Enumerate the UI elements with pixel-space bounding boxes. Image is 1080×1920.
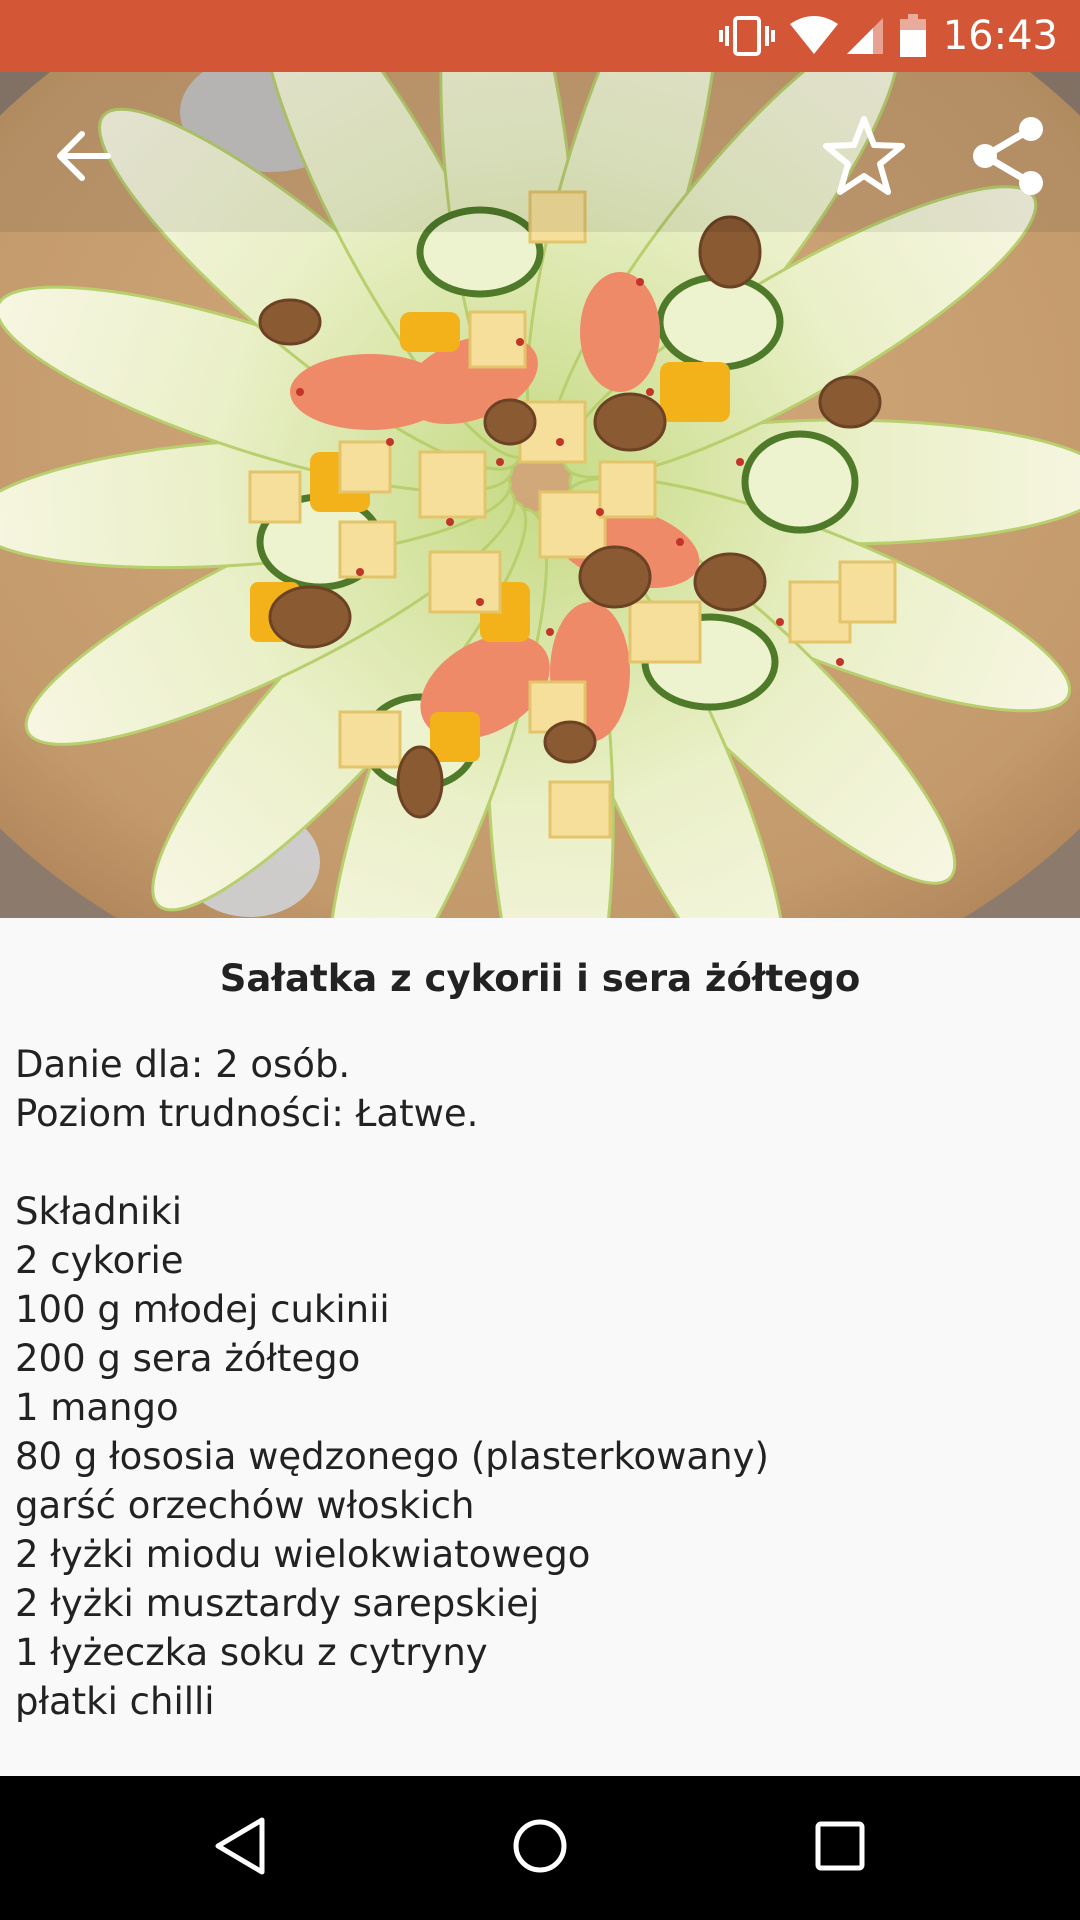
servings-text: Danie dla: 2 osób. (15, 1043, 351, 1086)
wifi-icon (789, 16, 839, 56)
ingredient-item: 200 g sera żółtego (15, 1337, 361, 1380)
arrow-back-icon (54, 126, 114, 186)
ingredient-item: 1 łyżeczka soku z cytryny (15, 1631, 488, 1674)
favorite-button[interactable] (816, 108, 912, 204)
nav-home-button[interactable] (480, 1800, 600, 1896)
nav-recents-button[interactable] (780, 1800, 900, 1896)
ingredient-item: 2 łyżki musztardy sarepskiej (15, 1582, 540, 1625)
nav-back-button[interactable] (180, 1800, 300, 1896)
recipe-title: Sałatka z cykorii i sera żółtego (219, 957, 861, 1000)
battery-icon (899, 14, 927, 58)
ingredient-item: garść orzechów włoskich (15, 1484, 475, 1527)
share-button[interactable] (960, 108, 1056, 204)
ingredient-item: płatki chilli (15, 1680, 215, 1723)
recipe-content: Sałatka z cykorii i sera żółtego Danie d… (0, 918, 1080, 1776)
ingredient-item: 2 łyżki miodu wielokwiatowego (15, 1533, 591, 1576)
ingredient-item: 2 cykorie (15, 1239, 184, 1282)
share-icon (969, 115, 1047, 197)
ingredient-item: 1 mango (15, 1386, 179, 1429)
back-button[interactable] (36, 108, 132, 204)
vibrate-icon (718, 14, 775, 58)
ingredient-item: 100 g młodej cukinii (15, 1288, 390, 1331)
star-outline-icon (823, 115, 905, 197)
ingredients-heading: Składniki (15, 1190, 183, 1233)
nav-recents-icon (814, 1820, 866, 1876)
ingredient-item: 80 g łososia wędzonego (plasterkowany) (15, 1435, 769, 1478)
recipe-details: Danie dla: 2 osób. Poziom trudności: Łat… (15, 1040, 1055, 1726)
screen: 16:43 Sałatka z cykorii i sera żółtego D… (0, 0, 1080, 1920)
nav-home-icon (511, 1817, 569, 1879)
status-bar: 16:43 (0, 0, 1080, 72)
ingredients-list: 2 cykorie 100 g młodej cukinii 200 g ser… (15, 1236, 1055, 1726)
status-icons: 16:43 (718, 0, 1058, 72)
difficulty-text: Poziom trudności: Łatwe. (15, 1092, 479, 1135)
clock: 16:43 (942, 13, 1058, 59)
nav-back-icon (212, 1816, 268, 1880)
recipe-photo (0, 72, 1080, 918)
cellular-signal-icon (845, 16, 885, 56)
navigation-bar (0, 1776, 1080, 1920)
